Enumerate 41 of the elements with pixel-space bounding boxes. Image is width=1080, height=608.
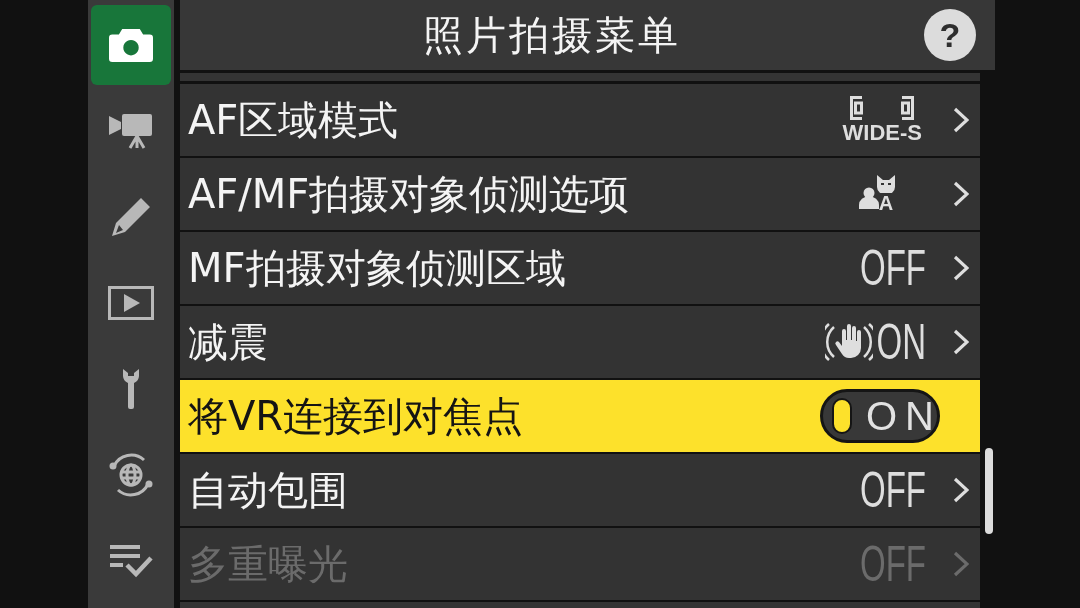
cat-icon	[876, 175, 896, 193]
menu-row[interactable]: 将VR连接到对焦点 ON	[180, 380, 980, 452]
area-mode-label: WIDE-S	[842, 122, 922, 144]
movie-camera-icon	[109, 113, 153, 149]
play-screen-icon	[108, 286, 154, 320]
menu-row[interactable]: AF/MF拍摄对象侦测选项 A	[180, 158, 980, 230]
menu-item-label: 自动包围	[188, 467, 349, 513]
menu-item-label: 多重曝光	[188, 541, 349, 587]
toggle-switch[interactable]: ON	[820, 389, 940, 443]
menu-item-label: 减震	[188, 319, 269, 365]
chevron-icon	[953, 107, 969, 133]
menu-title: 照片拍摄菜单	[422, 11, 682, 59]
menu-row[interactable]: MF拍摄对象侦测区域 OFF	[180, 232, 980, 304]
chevron-icon	[953, 255, 969, 281]
setting-value: OFF	[860, 243, 926, 293]
pencil-icon	[111, 197, 151, 237]
chevron-icon	[953, 477, 969, 503]
menu-tab[interactable]	[91, 5, 171, 85]
checklist-icon	[109, 543, 153, 579]
person-icon	[859, 187, 879, 209]
hand-vibration-icon	[825, 321, 873, 363]
menu-item-label: 将VR连接到对焦点	[188, 393, 525, 439]
chevron-icon	[953, 181, 969, 207]
wrench-icon	[121, 368, 141, 410]
menu-item-label: MF拍摄对象侦测区域	[188, 245, 567, 291]
help-button[interactable]: ?	[924, 9, 976, 61]
camera-icon	[109, 28, 153, 62]
setting-value: ON	[876, 317, 926, 367]
menu-row[interactable]: 自动包围 OFF	[180, 454, 980, 526]
menu-row[interactable]: AF区域模式 WIDE-S	[180, 84, 980, 156]
globe-icon	[107, 451, 155, 499]
chevron-icon	[953, 329, 969, 355]
chevron-icon	[953, 551, 969, 577]
menu-row[interactable]: 减震 ON	[180, 306, 980, 378]
setting-value: OFF	[860, 539, 926, 589]
focus-area-brackets-icon	[850, 96, 915, 120]
mode-letter: A	[878, 193, 894, 213]
menu-item-label: AF/MF拍摄对象侦测选项	[188, 171, 631, 217]
scrollbar-thumb[interactable]	[985, 448, 993, 534]
setting-value: OFF	[860, 465, 926, 515]
menu-item-label: AF区域模式	[188, 97, 400, 143]
